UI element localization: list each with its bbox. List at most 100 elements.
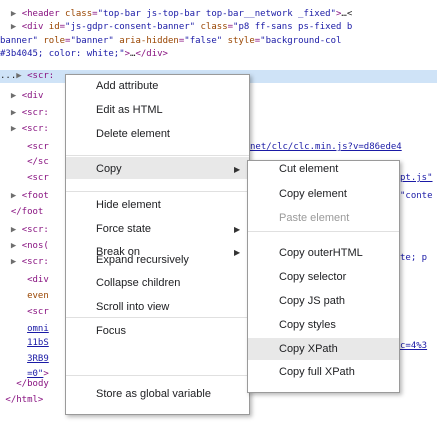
code-token: <scr — [27, 307, 49, 317]
code-line[interactable]: ▶ <div id="js-gdpr-consent-banner" class… — [0, 21, 352, 34]
code-line[interactable]: <scr — [0, 172, 49, 185]
submenu-arrow-icon: ▶ — [234, 248, 241, 257]
code-token: </body — [16, 379, 49, 389]
expand-triangle-icon[interactable]: ▶ — [11, 241, 16, 251]
code-line[interactable]: ▶ <nos( — [0, 240, 49, 253]
code-token: even — [27, 291, 49, 301]
code-line[interactable]: </body — [0, 378, 49, 391]
code-line[interactable]: 11bS — [0, 337, 49, 350]
expand-triangle-icon[interactable]: ▶ — [11, 22, 16, 32]
code-line[interactable]: <scr — [0, 141, 49, 154]
code-line[interactable]: 3RB9 — [0, 353, 49, 366]
menu-item-hide-element[interactable]: Hide element — [96, 199, 161, 211]
code-token: "js-gdpr-consent-banner" — [65, 22, 201, 32]
code-line[interactable]: even — [0, 290, 49, 303]
code-token: </div> — [135, 49, 168, 59]
expand-triangle-icon[interactable]: ▶ — [11, 124, 16, 134]
code-line[interactable]: ▶ <scr: — [0, 256, 49, 269]
submenu-arrow-icon: ▶ — [234, 225, 241, 234]
code-token: <div — [27, 275, 49, 285]
code-line[interactable]: </sc — [0, 156, 49, 169]
submenu-item-copy-full-xpath[interactable]: Copy full XPath — [279, 366, 355, 378]
submenu-item-copy-js-path[interactable]: Copy JS path — [279, 295, 345, 307]
submenu-item-cut-element[interactable]: Cut element — [279, 163, 338, 175]
code-token: </sc — [27, 157, 49, 167]
code-fragment: "conte — [400, 191, 433, 201]
submenu-item-copy-xpath[interactable]: Copy XPath — [279, 343, 338, 355]
menu-separator — [66, 155, 249, 156]
expand-triangle-icon[interactable]: ▶ — [11, 108, 16, 118]
menu-item-copy[interactable]: Copy — [96, 163, 122, 175]
code-line[interactable]: #3b4045; color: white;">…</div> — [0, 48, 168, 61]
submenu-item-paste-element: Paste element — [279, 212, 350, 224]
code-line[interactable]: <div — [0, 274, 49, 287]
code-line[interactable]: ▶ <foot — [0, 190, 49, 203]
menu-item-scroll-into-view[interactable]: Scroll into view — [96, 301, 169, 313]
code-line[interactable]: ▶ <scr: — [0, 123, 49, 136]
code-token: #3b4045; color: white;" — [0, 49, 125, 59]
menu-item-delete-element[interactable]: Delete element — [96, 128, 170, 140]
code-token[interactable]: 3RB9 — [27, 354, 49, 364]
code-fragment[interactable]: net/clc/clc.min.js?v=d86ede4 — [250, 141, 402, 154]
copy-submenu: Cut element Copy element Paste element Copy… — [247, 160, 400, 393]
code-line[interactable]: ▶ <scr: — [0, 224, 49, 237]
code-line[interactable]: </foot — [0, 206, 44, 219]
menu-item-expand-recursively[interactable]: Expand recursively — [96, 254, 189, 266]
code-token: <foot — [21, 191, 49, 201]
expand-triangle-icon[interactable]: ▶ — [11, 257, 16, 267]
code-token: "banner" — [70, 36, 120, 46]
code-fragment[interactable]: c=4%3 — [400, 340, 427, 353]
code-token[interactable]: 11bS — [27, 338, 49, 348]
code-line[interactable]: <scr — [0, 306, 49, 319]
code-line[interactable]: omni — [0, 323, 49, 336]
menu-item-add-attribute[interactable]: Add attribute — [96, 80, 158, 92]
menu-separator — [248, 231, 399, 232]
menu-item-store-as-global-variable[interactable]: Store as global variable — [96, 388, 211, 400]
code-line[interactable]: </html> — [0, 394, 43, 407]
submenu-item-copy-outerhtml[interactable]: Copy outerHTML — [279, 247, 363, 259]
menu-item-collapse-children[interactable]: Collapse children — [96, 277, 180, 289]
code-line[interactable]: banner" role="banner" aria-hidden="false… — [0, 35, 341, 48]
menu-item-focus[interactable]: Focus — [96, 325, 126, 337]
code-token: <scr: — [21, 225, 49, 235]
code-token: style — [227, 36, 255, 46]
code-line[interactable]: ▶ <header class="top-bar js-top-bar top-… — [0, 8, 352, 21]
submenu-item-copy-styles[interactable]: Copy styles — [279, 319, 336, 331]
code-token: <div — [21, 22, 49, 32]
expand-triangle-icon[interactable]: ▶ — [11, 225, 16, 235]
expand-triangle-icon[interactable]: ▶ — [11, 91, 16, 101]
code-token[interactable]: omni — [27, 324, 49, 334]
code-fragment[interactable]: pt.js" — [400, 172, 433, 185]
submenu-item-copy-selector[interactable]: Copy selector — [279, 271, 346, 283]
code-line[interactable]: ▶ <scr: — [0, 107, 49, 120]
submenu-item-copy-element[interactable]: Copy element — [279, 188, 347, 200]
menu-item-edit-as-html[interactable]: Edit as HTML — [96, 104, 163, 116]
code-line[interactable]: ▶ <div — [0, 90, 44, 103]
expand-triangle-icon[interactable]: ▶ — [11, 191, 16, 201]
code-token: "false" — [184, 36, 228, 46]
menu-highlight — [66, 157, 249, 179]
code-token: <scr: — [21, 257, 49, 267]
expand-triangle-icon[interactable]: ▶ — [16, 71, 21, 81]
code-token: class — [200, 22, 228, 32]
menu-item-force-state[interactable]: Force state — [96, 223, 151, 235]
expand-triangle-icon[interactable]: ▶ — [11, 9, 16, 19]
code-token: …< — [341, 9, 353, 19]
code-token: "top-bar js-top-bar top-bar__network _fi… — [97, 9, 336, 19]
code-token: role — [43, 36, 66, 46]
code-token: <div — [21, 91, 44, 101]
code-token: <scr: — [21, 124, 49, 134]
code-token: <header — [21, 9, 66, 19]
